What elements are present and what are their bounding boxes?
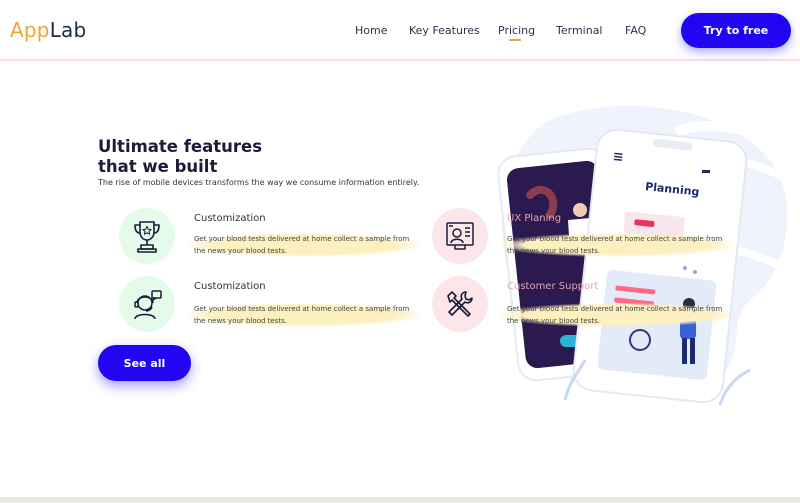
title-line-2: that we built <box>98 157 218 176</box>
try-free-button[interactable]: Try to free <box>681 13 791 48</box>
see-all-button[interactable]: See all <box>98 345 191 381</box>
tools-icon <box>432 276 488 332</box>
feature-desc-1: Get your blood tests delivered at home c… <box>184 233 424 257</box>
feature-desc-2: Get your blood tests delivered at home c… <box>497 233 737 257</box>
feature-title-3: Customization <box>194 281 266 292</box>
section-subtitle: The rise of mobile devices transforms th… <box>98 178 420 187</box>
nav-pricing[interactable]: Pricing <box>498 24 535 41</box>
phones-illustration: Planning <box>490 100 800 420</box>
feature-title-4: Customer Support <box>507 281 599 292</box>
logo[interactable]: AppLab <box>10 18 86 42</box>
logo-part-app: App <box>10 18 50 42</box>
section-title: Ultimate features that we built <box>98 137 262 177</box>
trophy-icon <box>119 208 175 264</box>
site-header: AppLab Home Key Features Pricing Termina… <box>0 0 800 61</box>
feature-title-2: UX Planing <box>507 213 562 224</box>
nav-home[interactable]: Home <box>355 24 387 37</box>
nav-key-features[interactable]: Key Features <box>409 24 480 37</box>
feature-desc-3: Get your blood tests delivered at home c… <box>184 303 424 327</box>
nav-faq[interactable]: FAQ <box>625 24 646 37</box>
logo-part-lab: Lab <box>49 18 87 42</box>
feature-desc-4: Get your blood tests delivered at home c… <box>497 303 737 327</box>
support-agent-icon <box>119 276 175 332</box>
bottom-divider <box>0 497 800 503</box>
feature-title-1: Customization <box>194 213 266 224</box>
profile-board-icon <box>432 208 488 264</box>
nav-terminal[interactable]: Terminal <box>556 24 603 37</box>
title-line-1: Ultimate features <box>98 137 263 156</box>
